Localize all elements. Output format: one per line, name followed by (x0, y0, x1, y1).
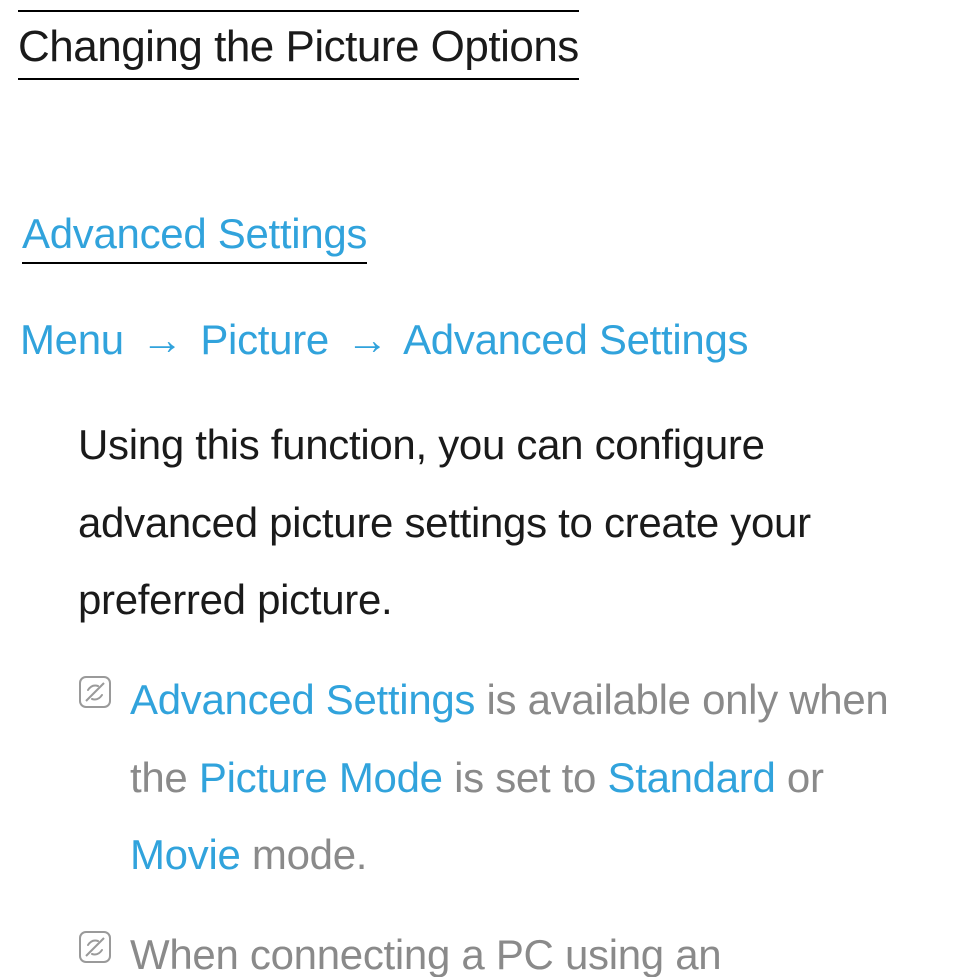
note-segment: is set to (443, 754, 608, 801)
section-heading: Advanced Settings (22, 210, 367, 264)
breadcrumb-item: Picture (200, 316, 329, 363)
breadcrumb-item: Advanced Settings (403, 316, 748, 363)
body-paragraph: Using this function, you can configure a… (78, 406, 926, 639)
note-item: When connecting a PC using an (78, 916, 926, 977)
note-segment: mode. (241, 831, 368, 878)
note-icon (78, 675, 112, 709)
note-text: When connecting a PC using an (130, 916, 721, 977)
note-segment: or (776, 754, 824, 801)
arrow-right-icon: → (135, 316, 189, 364)
highlight-term: Picture Mode (199, 754, 443, 801)
page-title: Changing the Picture Options (18, 10, 579, 80)
highlight-term: Advanced Settings (130, 676, 475, 723)
note-segment: When connecting a PC using an (130, 931, 721, 977)
note-icon (78, 930, 112, 964)
breadcrumb: Menu → Picture → Advanced Settings (20, 316, 936, 364)
highlight-term: Standard (607, 754, 775, 801)
breadcrumb-item: Menu (20, 316, 124, 363)
note-item: Advanced Settings is available only when… (78, 661, 926, 894)
manual-page: Changing the Picture Options Advanced Se… (0, 0, 954, 977)
highlight-term: Movie (130, 831, 241, 878)
arrow-right-icon: → (340, 316, 394, 364)
note-text: Advanced Settings is available only when… (130, 661, 926, 894)
